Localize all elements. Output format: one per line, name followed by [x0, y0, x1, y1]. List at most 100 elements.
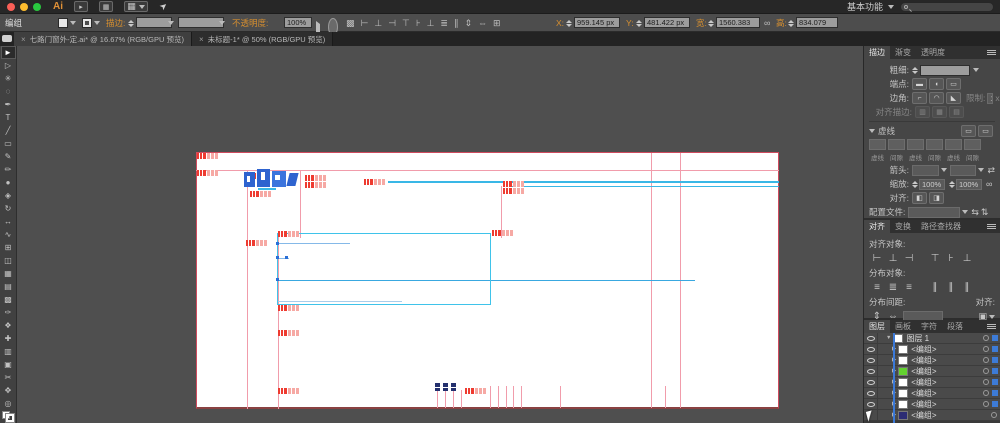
chevron-down-icon[interactable]: [989, 315, 995, 319]
fill-color-dropdown[interactable]: [58, 14, 76, 32]
scale-start-input[interactable]: 100%: [919, 179, 945, 190]
layer-name[interactable]: <编组>: [911, 410, 991, 421]
hand-tool[interactable]: ✥: [1, 384, 16, 397]
selection-color-chip[interactable]: [992, 335, 998, 341]
bevel-join-icon[interactable]: ◣: [946, 92, 961, 104]
target-circle-icon[interactable]: [983, 335, 989, 341]
layer-row-6[interactable]: ▶<编组>: [864, 399, 1000, 410]
vertical-align-top-icon[interactable]: ⊤: [402, 14, 410, 32]
document-layout-dropdown[interactable]: ▦: [124, 1, 148, 12]
distribute-space-vertical-icon[interactable]: ⇕: [464, 14, 472, 32]
slice-tool[interactable]: ✂: [1, 371, 16, 384]
expand-twirl-icon[interactable]: ▼: [886, 335, 891, 341]
pen-tool[interactable]: ✒: [1, 98, 16, 111]
horizontal-distribute-center-icon[interactable]: ∥: [454, 14, 459, 32]
horizontal-align-right-icon[interactable]: ⊣: [901, 252, 917, 265]
vertical-align-top-icon[interactable]: ⊤: [927, 252, 943, 265]
dash-value-input[interactable]: [964, 139, 981, 150]
distribute-space-horizontal-icon[interactable]: ⇔: [478, 14, 487, 32]
constrain-proportions-icon[interactable]: ∞: [764, 14, 770, 32]
panel-menu-icon[interactable]: [987, 224, 996, 229]
stroke-panel-tab-2[interactable]: 透明度: [916, 46, 950, 59]
visibility-toggle[interactable]: [864, 333, 878, 344]
opacity-panel-link[interactable]: 不透明度:: [232, 14, 268, 32]
stroke-panel-link[interactable]: 描边:: [106, 14, 125, 32]
horizontal-align-center-icon[interactable]: ⊥: [374, 14, 382, 32]
stroke-weight-stepper[interactable]: [128, 14, 134, 32]
canvas[interactable]: [17, 46, 863, 423]
direct-selection-tool[interactable]: ▷: [1, 59, 16, 72]
layer-row-0[interactable]: ▼图层 1: [864, 333, 1000, 344]
paintbrush-tool[interactable]: ✎: [1, 150, 16, 163]
target-circle-icon[interactable]: [983, 390, 989, 396]
align-stroke-center-icon[interactable]: ▥: [915, 106, 930, 118]
link-scales-icon[interactable]: ∞: [986, 179, 992, 189]
scale-end-stepper[interactable]: [949, 181, 955, 188]
arrow-align-end-icon[interactable]: ◨: [929, 192, 944, 204]
vertical-align-center-icon[interactable]: ⊦: [943, 252, 959, 265]
selection-color-chip[interactable]: [992, 357, 998, 363]
line-segment-tool[interactable]: ╱: [1, 124, 16, 137]
flip-across-icon[interactable]: ⇅: [981, 207, 989, 218]
column-graph-tool[interactable]: ▥: [1, 345, 16, 358]
miter-join-icon[interactable]: ⌐: [912, 92, 927, 104]
layer-name[interactable]: <编组>: [911, 355, 983, 366]
miter-limit-input[interactable]: 10: [987, 93, 993, 104]
mesh-tool[interactable]: ▤: [1, 280, 16, 293]
perspective-grid-tool[interactable]: ▦: [1, 267, 16, 280]
close-tab-icon[interactable]: ×: [199, 35, 204, 44]
align-dashes-to-corners-icon[interactable]: ▭: [978, 125, 993, 137]
align-panel-tab-0[interactable]: 对齐: [864, 220, 890, 233]
target-circle-icon[interactable]: [983, 357, 989, 363]
width-profile-dropdown[interactable]: [908, 207, 960, 218]
shape-builder-tool[interactable]: ◫: [1, 254, 16, 267]
align-panel-tab-2[interactable]: 路径查找器: [916, 220, 966, 233]
dash-value-input[interactable]: [888, 139, 905, 150]
horizontal-align-left-icon[interactable]: ⊢: [361, 14, 369, 32]
layer-row-2[interactable]: ▶<编组>: [864, 355, 1000, 366]
x-stepper[interactable]: [566, 14, 572, 32]
arrow-align-tip-icon[interactable]: ◧: [912, 192, 927, 204]
vertical-align-center-icon[interactable]: ⊦: [416, 14, 421, 32]
vertical-align-bottom-icon[interactable]: ⊥: [959, 252, 975, 265]
align-to-selection-icon[interactable]: ⊞: [493, 14, 501, 32]
x-field[interactable]: 959.145 px: [574, 17, 620, 28]
arrowhead-start-dropdown[interactable]: [912, 165, 939, 176]
panel-menu-icon[interactable]: [987, 50, 996, 55]
layer-name[interactable]: <编组>: [911, 399, 983, 410]
share-icon[interactable]: ➤: [157, 0, 170, 13]
align-stroke-inside-icon[interactable]: ▦: [932, 106, 947, 118]
zoom-tool[interactable]: ◎: [1, 397, 16, 410]
dash-value-input[interactable]: [907, 139, 924, 150]
eraser-tool[interactable]: ◈: [1, 189, 16, 202]
opacity-field[interactable]: 100%: [284, 17, 312, 28]
document-tab-1[interactable]: ×未标题-1* @ 50% (RGB/GPU 预览): [192, 32, 333, 46]
width-field[interactable]: 1560.383: [716, 17, 760, 28]
eyedropper-tool[interactable]: ✑: [1, 306, 16, 319]
stroke-weight-field[interactable]: [136, 17, 172, 28]
variable-width-profile-dropdown[interactable]: [178, 17, 224, 28]
width-stepper[interactable]: [708, 14, 714, 32]
vertical-align-bottom-icon[interactable]: ⊥: [427, 14, 435, 32]
stroke-panel-tab-1[interactable]: 渐变: [890, 46, 916, 59]
visibility-toggle[interactable]: [864, 366, 878, 377]
go-to-bridge-button[interactable]: ▸: [74, 1, 88, 12]
scale-start-stepper[interactable]: [912, 181, 918, 188]
chevron-down-icon[interactable]: [941, 168, 947, 172]
stroke-panel-tab-0[interactable]: 描边: [864, 46, 890, 59]
zoom-window-button[interactable]: [33, 3, 41, 11]
layer-name[interactable]: <编组>: [911, 377, 983, 388]
type-tool[interactable]: T: [1, 111, 16, 124]
lasso-tool[interactable]: ◌: [1, 85, 16, 98]
height-stepper[interactable]: [788, 14, 794, 32]
align-stroke-outside-icon[interactable]: ▤: [949, 106, 964, 118]
panel-menu-icon[interactable]: [987, 324, 996, 329]
arrange-documents-button[interactable]: ▦: [99, 1, 113, 12]
vertical-distribute-center-icon[interactable]: ≣: [885, 281, 901, 294]
workspace-switcher[interactable]: 基本功能: [847, 0, 883, 13]
horizontal-align-center-icon[interactable]: ⊥: [885, 252, 901, 265]
layer-row-7[interactable]: ▶<编组>: [864, 410, 1000, 421]
stroke-color-dropdown[interactable]: [82, 14, 100, 32]
symbol-sprayer-tool[interactable]: ✚: [1, 332, 16, 345]
target-circle-icon[interactable]: [983, 379, 989, 385]
